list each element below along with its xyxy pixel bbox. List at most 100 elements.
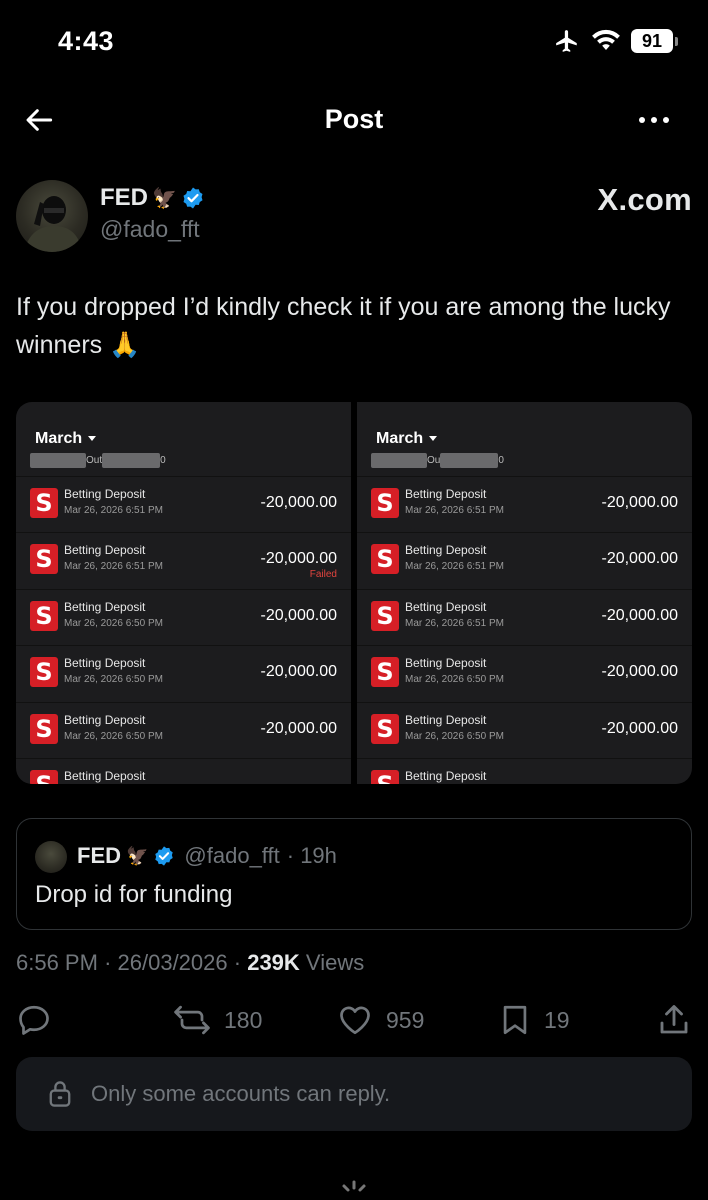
- post-meta: 6:56 PM · 26/03/2026 · 239K Views: [16, 950, 365, 975]
- redacted-summary: Ou 0: [371, 452, 511, 468]
- post-text: If you dropped I’d kindly check it if yo…: [16, 293, 671, 359]
- transaction-row[interactable]: S Betting Deposit Mar 26, 2026 6:50 PM -20,…: [16, 701, 351, 758]
- transaction-amount: -20,000.00: [601, 719, 678, 737]
- repost-count: 180: [224, 1006, 263, 1033]
- transaction-row[interactable]: S Betting Deposit Mar 26, 2026 6:51 PM -20,…: [357, 476, 692, 532]
- quoted-post[interactable]: FED 🦅 @fado_fft · 19h Drop id for fundin…: [16, 818, 692, 930]
- author-handle[interactable]: @fado_fft: [100, 216, 200, 243]
- post-time: 6:56 PM: [16, 950, 98, 975]
- heart-icon: [340, 1006, 370, 1035]
- month-selector[interactable]: March: [35, 430, 97, 448]
- transaction-row[interactable]: S Betting Deposit Mar 26, 2026 6:51 PM -20,…: [357, 588, 692, 645]
- verified-badge-icon[interactable]: [181, 186, 205, 210]
- quoted-author-name: FED: [77, 843, 121, 868]
- views-label: Views: [305, 950, 365, 975]
- more-options-icon[interactable]: [636, 110, 672, 130]
- transaction-amount: -20,000.00: [601, 663, 678, 681]
- sportybet-logo-icon: S: [30, 770, 58, 784]
- post-header: Post: [0, 92, 708, 148]
- eagle-emoji: 🦅: [152, 187, 177, 210]
- share-button[interactable]: [656, 1000, 692, 1040]
- author-name[interactable]: FED: [100, 184, 148, 212]
- sportybet-logo-icon: S: [30, 544, 58, 575]
- bookmark-button[interactable]: 19: [498, 1000, 570, 1040]
- caret-down-icon: [88, 436, 97, 441]
- loading-spinner-icon: [342, 1180, 366, 1192]
- sportybet-logo-icon: S: [371, 770, 399, 784]
- repost-icon: [174, 1005, 210, 1035]
- like-count: 959: [386, 1006, 425, 1033]
- action-bar: 180 959 19: [16, 1000, 692, 1040]
- quoted-post-time: · 19h: [286, 843, 337, 868]
- avatar[interactable]: [16, 180, 88, 252]
- transaction-amount: -20,000.00: [601, 606, 678, 624]
- redacted-block: [440, 452, 499, 468]
- reply-icon: [19, 1005, 49, 1035]
- redacted-block: [30, 452, 86, 468]
- status-time: 4:43: [58, 26, 115, 56]
- sportybet-logo-icon: S: [30, 488, 58, 518]
- quoted-post-text: Drop id for funding: [35, 881, 233, 908]
- quoted-author-handle: @fado_fft: [184, 843, 280, 868]
- xcom-watermark: X.com: [597, 182, 692, 217]
- redacted-block: [102, 452, 161, 468]
- battery-level: 91: [631, 29, 673, 53]
- caret-down-icon: [429, 436, 438, 441]
- transaction-row[interactable]: SBetting Deposit: [16, 758, 351, 784]
- transaction-amount: -20,000.00: [601, 494, 678, 511]
- quoted-author-row: FED 🦅 @fado_fft · 19h: [77, 843, 337, 869]
- lock-icon: [49, 1081, 71, 1107]
- transaction-screenshot[interactable]: March Out 0 S Betting Deposit Mar 26, 2026 6:…: [16, 402, 351, 784]
- transaction-row[interactable]: S Betting Deposit Mar 26, 2026 6:50 PM -20,…: [357, 645, 692, 701]
- redacted-summary: Out 0: [30, 452, 170, 468]
- sportybet-logo-icon: S: [371, 488, 399, 518]
- transaction-amount: -20,000.00: [260, 550, 337, 568]
- transaction-row[interactable]: S Betting Deposit Mar 26, 2026 6:50 PM -20,…: [16, 645, 351, 701]
- airplane-mode-icon: [556, 30, 577, 52]
- page-title: Post: [324, 104, 384, 134]
- sportybet-logo-icon: S: [371, 600, 399, 631]
- sportybet-logo-icon: S: [30, 600, 58, 631]
- redacted-block: [371, 452, 427, 468]
- sportybet-logo-icon: S: [371, 657, 399, 688]
- post-media[interactable]: March Out 0 S Betting Deposit Mar 26, 2026 6:…: [16, 402, 692, 784]
- eagle-emoji: 🦅: [126, 845, 149, 866]
- reply-restriction-banner: Only some accounts can reply.: [16, 1057, 692, 1131]
- transaction-amount: -20,000.00: [260, 719, 337, 737]
- transaction-row[interactable]: S Betting Deposit Mar 26, 2026 6:50 PM -20,…: [16, 588, 351, 645]
- battery-indicator: 91: [631, 29, 678, 53]
- post-author: FED 🦅 @fado_fft X.com: [16, 178, 692, 254]
- sportybet-logo-icon: S: [30, 713, 58, 744]
- transaction-amount: -20,000.00: [260, 494, 337, 511]
- month-selector[interactable]: March: [376, 430, 438, 448]
- reply-restriction-text: Only some accounts can reply.: [91, 1081, 391, 1106]
- transaction-amount: -20,000.00: [260, 663, 337, 681]
- avatar-image: [24, 196, 82, 252]
- transaction-amount: -20,000.00: [260, 606, 337, 624]
- author-name-row[interactable]: FED 🦅: [100, 184, 205, 212]
- views-count[interactable]: 239K: [247, 950, 300, 975]
- repost-button[interactable]: 180: [172, 1000, 262, 1040]
- bookmark-count: 19: [544, 1006, 570, 1033]
- verified-badge-icon: [155, 846, 174, 866]
- quoted-avatar: [35, 841, 67, 873]
- status-bar: 4:43 91: [0, 0, 708, 84]
- status-icons: 91: [553, 28, 678, 54]
- transaction-screenshot[interactable]: March Ou 0 S Betting Deposit Mar 26, 2026 6:5…: [357, 402, 692, 784]
- share-icon: [660, 1005, 688, 1034]
- transaction-row[interactable]: S Betting Deposit Mar 26, 2026 6:51 PM -20,…: [357, 532, 692, 588]
- transaction-row[interactable]: S Betting Deposit Mar 26, 2026 6:51 PM -20,…: [16, 476, 351, 532]
- like-button[interactable]: 959: [336, 1000, 424, 1040]
- transaction-amount: -20,000.00: [601, 550, 678, 568]
- wifi-icon: [592, 29, 620, 50]
- sportybet-logo-icon: S: [371, 544, 399, 575]
- transaction-status: Failed: [309, 569, 337, 581]
- post-date: 26/03/2026: [117, 950, 228, 975]
- transaction-row[interactable]: SBetting Deposit: [357, 758, 692, 784]
- reply-button[interactable]: [16, 1000, 52, 1040]
- transaction-row[interactable]: S Betting Deposit Mar 26, 2026 6:51 PM -20,…: [16, 532, 351, 588]
- sportybet-logo-icon: S: [30, 657, 58, 688]
- transaction-row[interactable]: S Betting Deposit Mar 26, 2026 6:50 PM -20,…: [357, 701, 692, 758]
- sportybet-logo-icon: S: [371, 713, 399, 744]
- bookmark-icon: [503, 1005, 527, 1035]
